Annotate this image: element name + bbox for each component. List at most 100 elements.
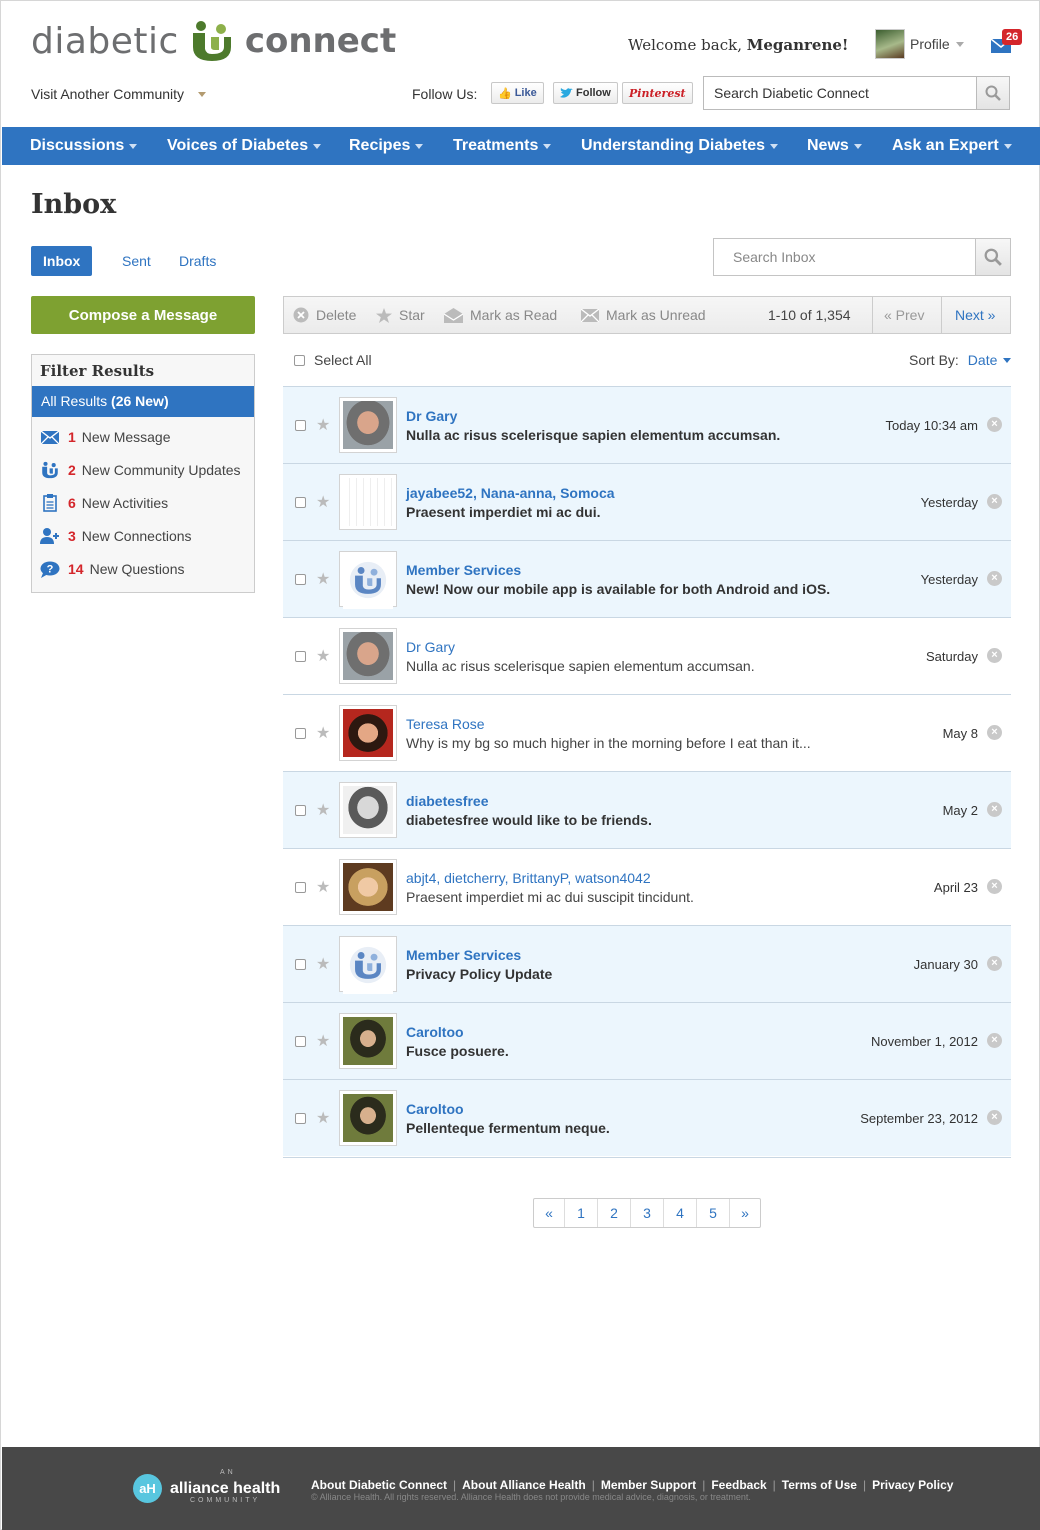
close-icon[interactable]: × [987,879,1002,894]
filter-all-results[interactable]: All Results (26 New) [32,386,254,417]
avatar[interactable] [339,551,397,609]
star-icon[interactable]: ★ [316,646,330,666]
nav-ask-an-expert[interactable]: Ask an Expert [892,137,1012,155]
message-row[interactable]: ★ Member Services Privacy Policy Update Jan… [283,925,1011,1002]
message-checkbox[interactable] [295,1036,306,1047]
page-5[interactable]: 5 [697,1199,730,1227]
avatar[interactable] [339,474,397,530]
message-checkbox[interactable] [295,1113,306,1124]
nav-recipes[interactable]: Recipes [349,137,424,155]
twitter-follow-button[interactable]: Follow [553,82,618,104]
select-all-checkbox[interactable] [294,354,305,366]
message-sender[interactable]: Caroltoo [406,1101,464,1117]
select-all[interactable]: Select All [294,352,372,368]
page-first[interactable]: « [534,1199,565,1227]
star-icon[interactable]: ★ [316,492,330,512]
page-3[interactable]: 3 [631,1199,664,1227]
star-icon[interactable]: ★ [316,877,330,897]
footer-link-support[interactable]: Member Support [601,1478,696,1492]
message-row[interactable]: ★ abjt4, dietcherry, BrittanyP, watson404… [283,848,1011,925]
message-sender[interactable]: Teresa Rose [406,716,485,732]
inbox-search[interactable]: Search Inbox [713,238,1011,276]
star-icon[interactable]: ★ [316,954,330,974]
message-checkbox[interactable] [295,728,306,739]
footer-link-about-dc[interactable]: About Diabetic Connect [311,1478,447,1492]
star-icon[interactable]: ★ [316,415,330,435]
star-icon[interactable]: ★ [316,800,330,820]
diabetic-connect-logo[interactable]: diabetic connect [31,19,396,63]
avatar[interactable] [339,705,397,761]
tab-sent[interactable]: Sent [122,246,151,276]
close-icon[interactable]: × [987,571,1002,586]
message-row[interactable]: ★ jayabee52, Nana-anna, Somoca Praesent im… [283,463,1011,540]
close-icon[interactable]: × [987,1110,1002,1125]
page-1[interactable]: 1 [565,1199,598,1227]
message-subject[interactable]: Nulla ac risus scelerisque sapien elemen… [406,658,755,674]
message-row[interactable]: ★ Dr Gary Nulla ac risus scelerisque sapie… [283,386,1011,463]
message-row[interactable]: ★ Caroltoo Fusce posuere. November 1, 2012 × [283,1002,1011,1079]
message-sender[interactable]: Dr Gary [406,639,455,655]
tab-drafts[interactable]: Drafts [179,246,216,276]
message-sender[interactable]: diabetesfree [406,793,488,809]
close-icon[interactable]: × [987,956,1002,971]
mark-as-unread-button[interactable]: Mark as Unread [581,307,706,323]
nav-voices-of-diabetes[interactable]: Voices of Diabetes [167,137,322,155]
close-icon[interactable]: × [987,802,1002,817]
message-row[interactable]: ★ Teresa Rose Why is my bg so much higher … [283,694,1011,771]
inbox-search-input[interactable]: Search Inbox [714,239,975,275]
footer-link-privacy[interactable]: Privacy Policy [872,1478,953,1492]
message-sender[interactable]: Dr Gary [406,408,457,424]
site-search-input[interactable]: Search Diabetic Connect [704,77,976,109]
pinterest-button[interactable]: Pinterest [622,82,693,104]
filter-new-message[interactable]: 1 New Message [40,428,171,446]
page-2[interactable]: 2 [598,1199,631,1227]
message-sender[interactable]: jayabee52, Nana-anna, Somoca [406,485,615,501]
nav-treatments[interactable]: Treatments [453,137,552,155]
nav-news[interactable]: News [807,137,862,155]
footer-link-terms[interactable]: Terms of Use [782,1478,857,1492]
close-icon[interactable]: × [987,417,1002,432]
avatar[interactable] [339,1090,397,1146]
message-checkbox[interactable] [295,882,306,893]
star-icon[interactable]: ★ [316,723,330,743]
message-sender[interactable]: abjt4, dietcherry, BrittanyP, watson4042 [406,870,651,886]
avatar[interactable] [339,397,397,453]
star-icon[interactable]: ★ [316,1031,330,1051]
sort-by-dropdown[interactable]: Date [968,352,998,368]
delete-button[interactable]: Delete [293,307,356,323]
next-page-button[interactable]: Next » [955,307,995,323]
message-checkbox[interactable] [295,420,306,431]
message-row[interactable]: ★ diabetesfree diabetesfree would like to … [283,771,1011,848]
mark-as-read-button[interactable]: Mark as Read [444,307,557,323]
visit-community-dropdown[interactable]: Visit Another Community [31,86,207,102]
avatar[interactable] [339,936,397,994]
message-row[interactable]: ★ Member Services New! Now our mobile app … [283,540,1011,617]
nav-understanding-diabetes[interactable]: Understanding Diabetes [581,137,779,155]
mail-notification[interactable]: 26 [991,29,1023,57]
avatar[interactable] [339,782,397,838]
avatar[interactable] [339,859,397,915]
message-subject[interactable]: Nulla ac risus scelerisque sapien elemen… [406,427,780,443]
close-icon[interactable]: × [987,648,1002,663]
message-subject[interactable]: Fusce posuere. [406,1043,509,1059]
close-icon[interactable]: × [987,725,1002,740]
message-sender[interactable]: Member Services [406,562,521,578]
footer-link-about-ah[interactable]: About Alliance Health [462,1478,586,1492]
site-search[interactable]: Search Diabetic Connect [703,76,1010,110]
page-last[interactable]: » [730,1199,760,1227]
message-row[interactable]: ★ Caroltoo Pellenteque fermentum neque. Sep… [283,1079,1011,1156]
message-subject[interactable]: Pellenteque fermentum neque. [406,1120,610,1136]
filter-community-updates[interactable]: 2 New Community Updates [40,461,241,479]
nav-discussions[interactable]: Discussions [30,137,138,155]
message-subject[interactable]: New! Now our mobile app is available for… [406,581,830,597]
message-checkbox[interactable] [295,959,306,970]
message-checkbox[interactable] [295,651,306,662]
page-4[interactable]: 4 [664,1199,697,1227]
message-sender[interactable]: Caroltoo [406,1024,464,1040]
avatar[interactable] [339,628,397,684]
message-sender[interactable]: Member Services [406,947,521,963]
message-checkbox[interactable] [295,574,306,585]
avatar[interactable] [339,1013,397,1069]
facebook-like-button[interactable]: 👍 Like [491,82,544,104]
prev-page-button[interactable]: « Prev [884,307,924,323]
